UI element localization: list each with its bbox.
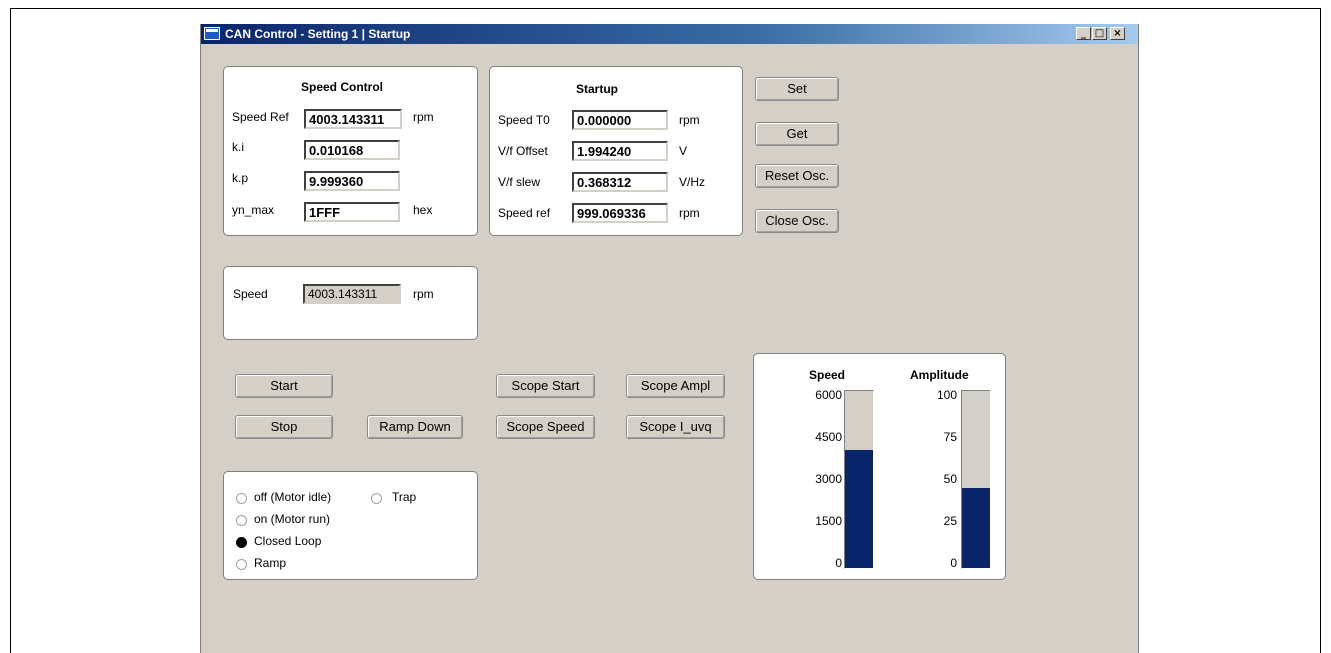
- vf-slew-unit: V/Hz: [679, 175, 706, 189]
- speed-display-panel: Speed 4003.143311 rpm: [223, 266, 478, 340]
- maximize-button[interactable]: □: [1092, 27, 1107, 40]
- amplitude-tick: 75: [943, 430, 957, 444]
- speed-display-value: 4003.143311: [303, 284, 401, 304]
- set-button[interactable]: Set: [755, 77, 839, 101]
- app-window: CAN Control - Setting 1 | Startup _ □ × …: [200, 24, 1139, 653]
- speed-control-panel: Speed Control Speed Ref 4003.143311 rpm …: [223, 66, 478, 236]
- speed-tick: 1500: [815, 514, 842, 528]
- startup-panel: Startup Speed T0 0.000000 rpm V/f Offset…: [489, 66, 743, 236]
- amplitude-gauge-title: Amplitude: [910, 368, 969, 382]
- window-icon: [204, 27, 220, 40]
- amplitude-gauge: [961, 390, 991, 569]
- speed-gauge: [844, 390, 874, 569]
- radio-ramp-label: Ramp: [254, 556, 287, 570]
- speed-ref-startup-unit: rpm: [679, 206, 700, 220]
- speed-gauge-title: Speed: [809, 368, 846, 382]
- vf-slew-input[interactable]: 0.368312: [572, 172, 668, 192]
- vf-slew-label: V/f slew: [498, 175, 541, 189]
- speed-tick: 4500: [815, 430, 842, 444]
- mode-panel: off (Motor idle) Trap on (Motor run) Clo…: [223, 471, 478, 580]
- speed-t0-unit: rpm: [679, 113, 700, 127]
- window-title: CAN Control - Setting 1 | Startup: [225, 27, 411, 41]
- speed-tick: 0: [835, 556, 842, 570]
- vf-offset-label: V/f Offset: [498, 144, 548, 158]
- radio-closed-loop-label: Closed Loop: [254, 534, 322, 548]
- speed-display-label: Speed: [233, 287, 268, 301]
- ki-label: k.i: [232, 140, 244, 154]
- get-button[interactable]: Get: [755, 122, 839, 146]
- close-button[interactable]: ×: [1110, 27, 1125, 40]
- scope-iuvq-button[interactable]: Scope I_uvq: [626, 415, 725, 439]
- gauges-panel: Speed Amplitude 6000 4500 3000 1500 0 10…: [753, 353, 1006, 580]
- radio-on-label: on (Motor run): [254, 512, 331, 526]
- vf-offset-input[interactable]: 1.994240: [572, 141, 668, 161]
- minimize-button[interactable]: _: [1076, 27, 1091, 40]
- amplitude-tick: 0: [950, 556, 957, 570]
- radio-ramp[interactable]: [236, 559, 247, 570]
- speed-ref-label: Speed Ref: [232, 110, 289, 124]
- yn-max-unit: hex: [413, 203, 433, 217]
- speed-display-unit: rpm: [413, 287, 434, 301]
- speed-ref-unit: rpm: [413, 110, 434, 124]
- speed-ref-input[interactable]: 4003.143311: [304, 109, 402, 129]
- radio-on[interactable]: [236, 515, 247, 526]
- amplitude-tick: 50: [943, 472, 957, 486]
- ramp-down-button[interactable]: Ramp Down: [367, 415, 463, 439]
- amplitude-gauge-fill: [962, 488, 990, 568]
- close-osc-button[interactable]: Close Osc.: [755, 209, 839, 233]
- radio-off[interactable]: [236, 493, 247, 504]
- speed-tick: 6000: [815, 388, 842, 402]
- speed-t0-input[interactable]: 0.000000: [572, 110, 668, 130]
- speed-tick: 3000: [815, 472, 842, 486]
- vf-offset-unit: V: [679, 144, 688, 158]
- start-button[interactable]: Start: [235, 374, 333, 398]
- radio-trap[interactable]: [371, 493, 382, 504]
- yn-max-label: yn_max: [232, 203, 275, 217]
- speed-ref-startup-input[interactable]: 999.069336: [572, 203, 668, 223]
- radio-off-label: off (Motor idle): [254, 490, 332, 504]
- amplitude-tick: 25: [943, 514, 957, 528]
- title-bar[interactable]: CAN Control - Setting 1 | Startup _ □ ×: [201, 24, 1138, 44]
- startup-title: Startup: [576, 82, 618, 96]
- stop-button[interactable]: Stop: [235, 415, 333, 439]
- speed-gauge-fill: [845, 449, 873, 568]
- yn-max-input[interactable]: 1FFF: [304, 202, 400, 222]
- amplitude-tick: 100: [936, 388, 957, 402]
- radio-trap-label: Trap: [392, 490, 417, 504]
- kp-label: k.p: [232, 171, 249, 185]
- reset-osc-button[interactable]: Reset Osc.: [755, 164, 839, 188]
- scope-ampl-button[interactable]: Scope Ampl: [626, 374, 725, 398]
- scope-start-button[interactable]: Scope Start: [496, 374, 595, 398]
- speed-t0-label: Speed T0: [498, 113, 550, 127]
- kp-input[interactable]: 9.999360: [304, 171, 400, 191]
- speed-ref-startup-label: Speed ref: [498, 206, 551, 220]
- ki-input[interactable]: 0.010168: [304, 140, 400, 160]
- speed-control-title: Speed Control: [301, 80, 384, 94]
- radio-closed-loop[interactable]: [236, 537, 247, 548]
- scope-speed-button[interactable]: Scope Speed: [496, 415, 595, 439]
